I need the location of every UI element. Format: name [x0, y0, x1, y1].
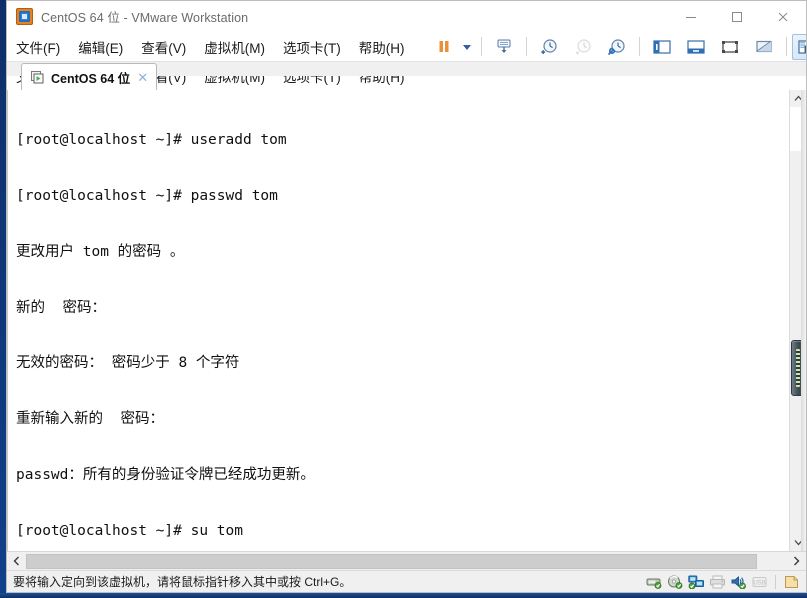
status-message: 要将输入定向到该虚拟机，请将鼠标指针移入其中或按 Ctrl+G。: [13, 575, 352, 589]
show-thumbnail-bar-button[interactable]: [679, 35, 713, 59]
tab-strip: 文件(F) 编辑(E) 查看(V) 虚拟机(M) 选项卡(T) 帮助(H) Ce…: [7, 62, 806, 91]
vm-console-screen[interactable]: [root@localhost ~]# useradd tom [root@lo…: [7, 90, 789, 551]
window-controls: [668, 1, 806, 32]
horizontal-scrollbar[interactable]: [7, 551, 806, 570]
network-adapter-icon[interactable]: [688, 575, 705, 590]
scroll-left-button[interactable]: [7, 552, 26, 571]
terminal-output: [root@localhost ~]# useradd tom [root@lo…: [16, 94, 789, 551]
status-divider: [775, 575, 776, 589]
suspend-button[interactable]: [430, 35, 458, 59]
terminal-line: [root@localhost ~]# useradd tom: [16, 132, 287, 149]
window-title: CentOS 64 位 - VMware Workstation: [41, 11, 249, 25]
status-device-icons: USB: [646, 571, 800, 592]
svg-text:USB: USB: [753, 580, 765, 586]
vmware-workstation-window: CentOS 64 位 - VMware Workstation 文件(F) 编…: [6, 0, 807, 593]
snapshot-manager-button[interactable]: [600, 35, 634, 59]
menu-item-help-label: 帮助(H): [358, 40, 405, 56]
status-bar: 要将输入定向到该虚拟机，请将鼠标指针移入其中或按 Ctrl+G。 USB: [7, 570, 806, 592]
ghost-menu-item-tabs: 选项卡(T): [283, 76, 341, 85]
ghost-menu-item-help: 帮助(H): [358, 76, 405, 85]
terminal-line: 新的 密码：: [16, 299, 106, 316]
menu-item-help[interactable]: 帮助(H): [350, 33, 414, 61]
virtual-machine-icon: [30, 70, 45, 85]
hard-disk-icon[interactable]: [646, 575, 663, 590]
vm-console-area: [root@localhost ~]# useradd tom [root@lo…: [7, 90, 806, 551]
toolbar: [430, 33, 806, 60]
enter-fullscreen-button[interactable]: [713, 35, 747, 59]
menu-item-tabs-label: 选项卡(T): [283, 40, 341, 56]
scroll-right-button[interactable]: [787, 552, 806, 571]
printer-icon[interactable]: [709, 575, 726, 590]
ghost-menu-item-vm: 虚拟机(M): [204, 76, 265, 85]
power-dropdown-button[interactable]: [458, 35, 476, 59]
close-button[interactable]: [760, 1, 806, 32]
terminal-line: passwd：所有的身份验证令牌已经成功更新。: [16, 466, 315, 483]
take-snapshot-button[interactable]: [532, 35, 566, 59]
title-bar: CentOS 64 位 - VMware Workstation: [7, 1, 806, 32]
toolbar-divider-1: [480, 37, 482, 56]
menu-bar: 文件(F) 编辑(E) 查看(V) 虚拟机(M) 选项卡(T) 帮助(H): [7, 32, 806, 62]
maximize-button[interactable]: [714, 1, 760, 32]
tab-close-icon[interactable]: ✕: [136, 71, 149, 84]
vmware-logo-icon: [16, 8, 33, 25]
usb-controller-icon[interactable]: USB: [751, 575, 768, 590]
terminal-line: 更改用户 tom 的密码 。: [16, 243, 185, 260]
toolbar-divider-4: [785, 37, 787, 56]
terminal-line: 重新输入新的 密码：: [16, 411, 164, 428]
terminal-line: [root@localhost ~]# su tom: [16, 522, 243, 539]
menu-item-tabs[interactable]: 选项卡(T): [274, 33, 350, 61]
show-library-button[interactable]: [645, 35, 679, 59]
menu-item-vm[interactable]: 虚拟机(M): [195, 33, 274, 61]
menu-item-edit-label: 编辑(E): [78, 40, 124, 56]
windows-taskbar: [0, 593, 807, 598]
message-log-icon[interactable]: [783, 575, 800, 590]
unity-mode-button[interactable]: [747, 35, 781, 59]
horizontal-scrollbar-thumb[interactable]: [26, 553, 757, 569]
terminal-line: [root@localhost ~]# passwd tom: [16, 187, 278, 204]
toolbar-divider-3: [638, 37, 640, 56]
menu-item-vm-label: 虚拟机(M): [204, 40, 265, 56]
menu-item-edit[interactable]: 编辑(E): [69, 33, 132, 61]
tab-centos-64-label: CentOS 64 位: [51, 71, 131, 86]
sound-card-icon[interactable]: [730, 575, 747, 590]
revert-snapshot-button: [566, 35, 600, 59]
horizontal-scrollbar-track[interactable]: [26, 553, 787, 570]
menu-item-view-label: 查看(V): [141, 40, 187, 56]
toolbar-divider-2: [525, 37, 527, 56]
menu-item-file[interactable]: 文件(F): [7, 33, 69, 61]
menu-item-view[interactable]: 查看(V): [132, 33, 195, 61]
send-ctrl-alt-del-button[interactable]: [487, 35, 521, 59]
minimize-button[interactable]: [668, 1, 714, 32]
cd-dvd-icon[interactable]: [667, 575, 684, 590]
tab-centos-64[interactable]: CentOS 64 位 ✕: [21, 63, 158, 91]
menu-item-file-label: 文件(F): [16, 40, 61, 56]
terminal-line: 无效的密码： 密码少于 8 个字符: [16, 355, 240, 372]
console-view-button[interactable]: [791, 33, 806, 60]
panel-drawer-handle[interactable]: [801, 90, 806, 551]
